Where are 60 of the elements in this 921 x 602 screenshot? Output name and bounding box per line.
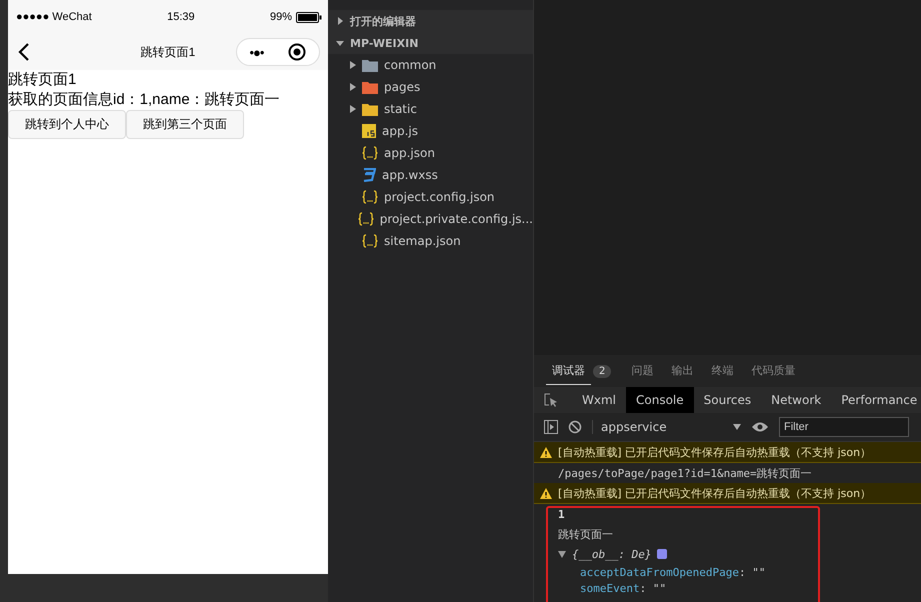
carrier-label: ●●●●● WeChat: [16, 11, 92, 23]
file-name[interactable]: app.json: [384, 146, 435, 160]
property-value: : "": [640, 582, 666, 594]
property-value: : "": [738, 566, 766, 578]
caret-right-icon[interactable]: [350, 83, 356, 91]
panel-tab[interactable]: 代码质量: [745, 357, 802, 385]
time-label: 15:39: [167, 11, 195, 23]
console-number: 1: [558, 508, 565, 520]
console-warning: [自动热重载] 已开启代码文件保存后自动热重载（不支持 json）: [558, 444, 872, 460]
caret-right-icon[interactable]: [350, 61, 356, 69]
eye-icon[interactable]: [751, 421, 769, 433]
property-key: acceptDataFromOpenedPage: [580, 566, 739, 578]
caret-down-icon[interactable]: [336, 39, 344, 47]
sidebar-toggle-icon[interactable]: [544, 420, 558, 434]
panel-tab[interactable]: 问题: [625, 357, 660, 385]
file-name[interactable]: app.js: [382, 124, 418, 138]
battery-label: 99%: [270, 11, 292, 23]
warning-icon: [540, 488, 552, 498]
caret-right-icon[interactable]: [350, 105, 356, 113]
warning-icon: [540, 446, 552, 458]
devtools-tab[interactable]: Performance: [831, 387, 921, 413]
filter-field[interactable]: Filter: [779, 417, 909, 437]
file-name[interactable]: pages: [384, 80, 420, 94]
console-warning: [自动热重载] 已开启代码文件保存后自动热重载（不支持 json）: [558, 486, 872, 500]
panel-tab[interactable]: 终端: [705, 357, 740, 385]
caret-right-icon[interactable]: [336, 17, 344, 25]
devtools-tab[interactable]: Console: [626, 387, 694, 413]
clear-icon[interactable]: [568, 420, 582, 434]
page-heading: 跳转页面1: [8, 70, 78, 90]
file-name[interactable]: app.wxss: [382, 168, 438, 182]
dropdown-caret-icon[interactable]: [733, 424, 741, 430]
count-badge: 2: [593, 364, 612, 378]
info-icon: [657, 549, 668, 559]
file-name[interactable]: sitemap.json: [384, 234, 461, 248]
devtools-tab[interactable]: Network: [761, 387, 832, 413]
page-title: 跳转页面1: [140, 44, 196, 60]
file-name[interactable]: project.config.json: [384, 190, 495, 204]
property-key: someEvent: [580, 582, 640, 594]
file-name[interactable]: common: [384, 58, 436, 72]
console-log: /pages/toPage/page1?id=1&name=跳转页面一: [558, 466, 812, 480]
navigate-button[interactable]: 跳到第三个页面: [126, 110, 244, 139]
battery-icon: [296, 12, 322, 22]
more-label[interactable]: •●•: [250, 44, 264, 60]
file-name[interactable]: project.private.config.js...: [380, 212, 533, 226]
capsule-menu[interactable]: •●•: [236, 38, 320, 66]
devtools-tab[interactable]: Wxml: [572, 387, 626, 413]
close-circle-icon[interactable]: [288, 43, 306, 61]
devtools-tab[interactable]: Sources: [694, 387, 762, 413]
expand-caret-icon[interactable]: [558, 550, 566, 558]
section-header[interactable]: MP-WEIXIN: [350, 36, 418, 50]
inspect-icon[interactable]: [544, 393, 558, 407]
console-log: 跳转页面一: [558, 526, 613, 542]
file-name[interactable]: static: [384, 102, 417, 116]
panel-tab[interactable]: 调试器: [546, 357, 591, 385]
object-summary[interactable]: {__ob__: De}: [572, 548, 652, 560]
panel-tab[interactable]: 输出: [665, 357, 700, 385]
page-info-text: 获取的页面信息id：1,name：跳转页面一: [8, 90, 281, 110]
back-icon[interactable]: [18, 42, 30, 62]
navigate-button[interactable]: 跳转到个人中心: [8, 110, 126, 139]
context-dropdown[interactable]: appservice: [592, 420, 741, 434]
